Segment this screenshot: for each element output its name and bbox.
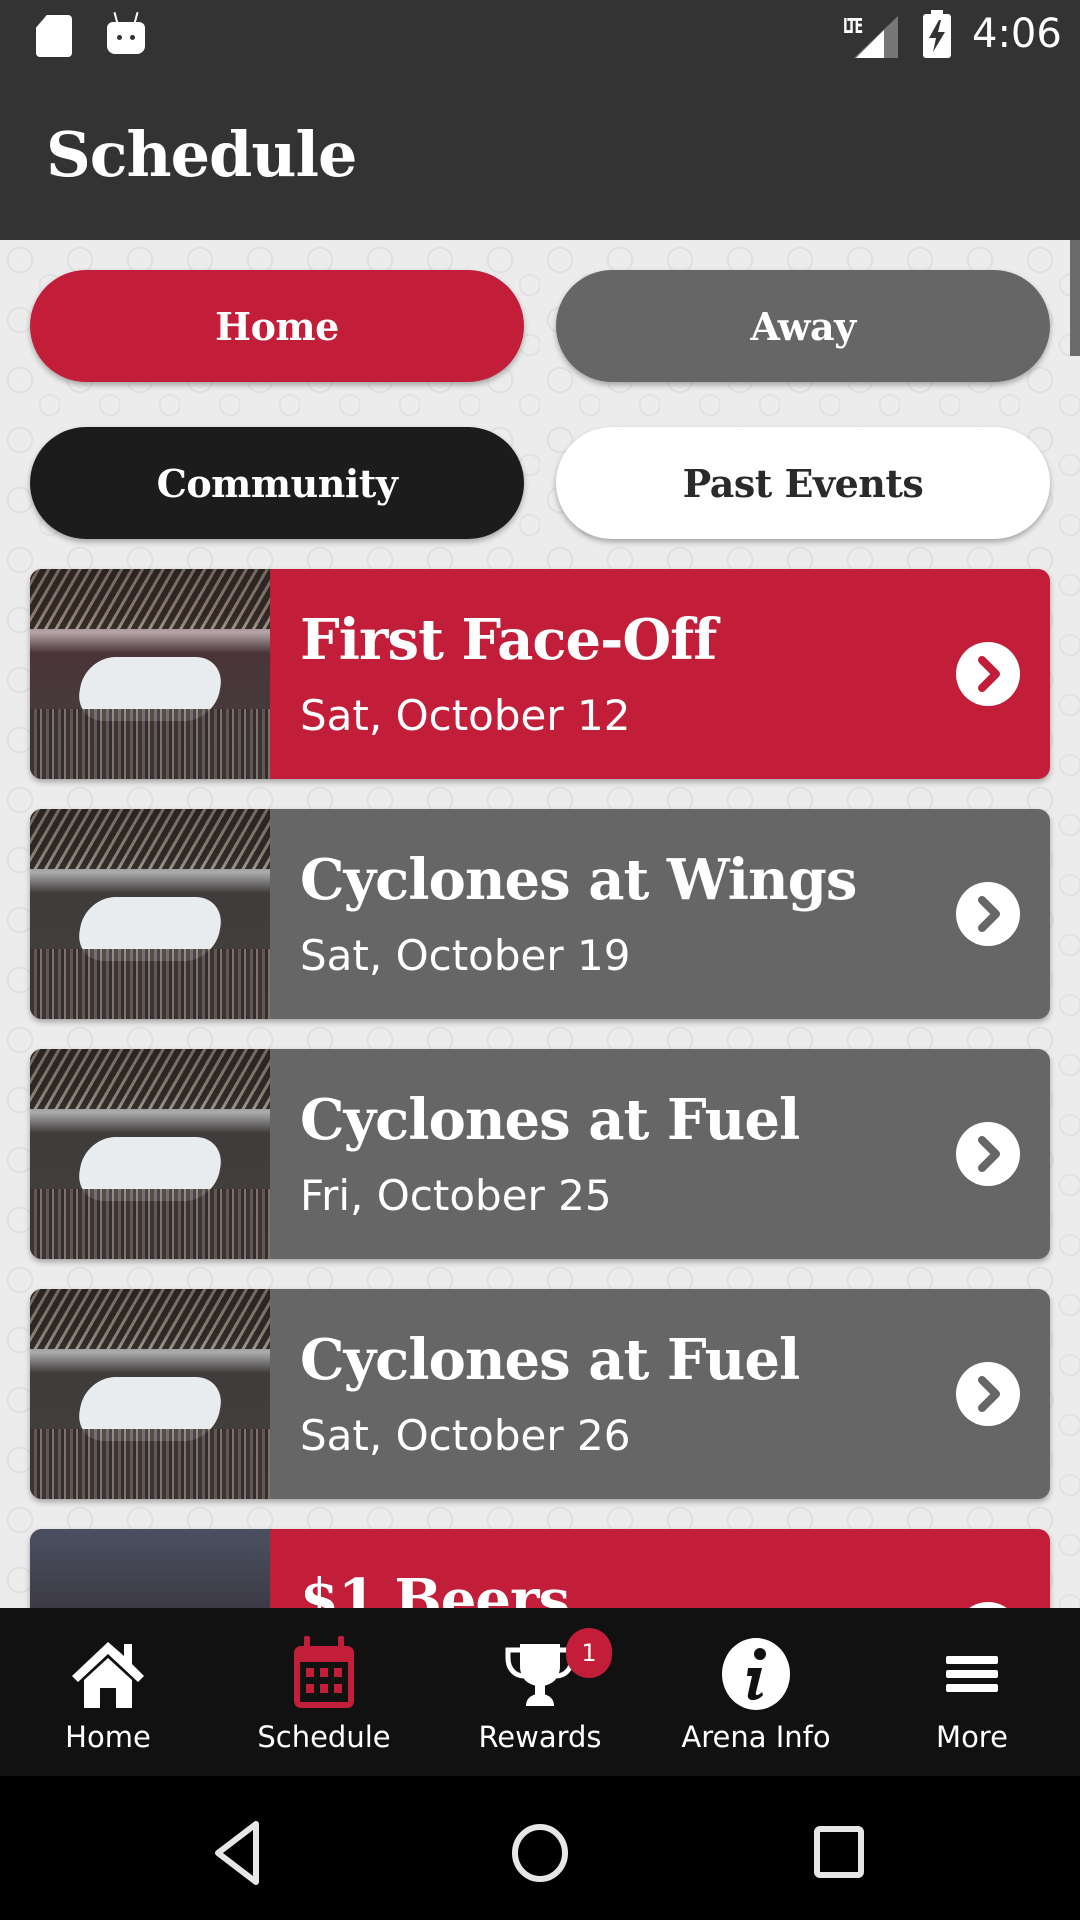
filter-home-button[interactable]: Home (30, 270, 524, 382)
event-title: Cyclones at Fuel (300, 1327, 800, 1393)
calendar-icon (294, 1636, 354, 1708)
chevron-right-icon[interactable] (956, 1122, 1020, 1186)
app-bar: Schedule (0, 72, 1080, 240)
crowd (30, 1429, 270, 1499)
status-bar: LTE 4:06 (0, 0, 1080, 72)
menu-icon (946, 1656, 998, 1692)
filter-community-button[interactable]: Community (30, 427, 524, 539)
event-date: Fri, October 25 (300, 1171, 612, 1220)
chevron-right-icon[interactable] (956, 1362, 1020, 1426)
rafters (30, 809, 270, 869)
event-title: Cyclones at Wings (300, 847, 857, 913)
home-icon (72, 1642, 144, 1708)
event-body: Cyclones at Fuel Sat, October 26 (270, 1289, 1050, 1499)
event-date: Sat, October 12 (300, 691, 631, 740)
fans-photo (30, 1529, 270, 1608)
event-date: Sat, October 19 (300, 931, 631, 980)
signal-icon (854, 16, 898, 58)
rewards-badge: 1 (566, 1628, 612, 1678)
nav-label: Rewards (478, 1720, 602, 1754)
rafters (30, 1049, 270, 1109)
android-eye (117, 35, 122, 40)
rafters (30, 569, 270, 629)
nav-label: More (936, 1720, 1008, 1754)
page-title: Schedule (46, 118, 357, 191)
event-body: First Face-Off Sat, October 12 (270, 569, 1050, 779)
event-card[interactable]: $1 Beers (30, 1529, 1050, 1608)
chevron-right-icon[interactable] (956, 642, 1020, 706)
arena-photo (30, 569, 270, 779)
chevron-right-icon[interactable] (956, 882, 1020, 946)
crowd (30, 709, 270, 779)
arena-photo (30, 1049, 270, 1259)
battery-charging-icon (923, 10, 951, 58)
back-icon[interactable] (200, 1812, 280, 1892)
android-eye (130, 35, 135, 40)
event-card[interactable]: Cyclones at Fuel Sat, October 26 (30, 1289, 1050, 1499)
rafters (30, 1289, 270, 1349)
nav-label: Schedule (257, 1720, 391, 1754)
recents-icon[interactable] (800, 1812, 880, 1892)
nav-item-arena-info[interactable]: Arena Info (648, 1608, 864, 1776)
nav-label: Arena Info (681, 1720, 831, 1754)
event-card[interactable]: Cyclones at Wings Sat, October 19 (30, 809, 1050, 1019)
event-date: Sat, October 26 (300, 1411, 631, 1460)
nav-item-rewards[interactable]: Rewards (432, 1608, 648, 1776)
event-title: First Face-Off (300, 607, 717, 673)
event-title: Cyclones at Fuel (300, 1087, 800, 1153)
nav-item-schedule[interactable]: Schedule (216, 1608, 432, 1776)
crowd (30, 1189, 270, 1259)
schedule-content[interactable]: Home Away Community Past Events First Fa… (0, 240, 1080, 1608)
event-body: Cyclones at Fuel Fri, October 25 (270, 1049, 1050, 1259)
event-card[interactable]: First Face-Off Sat, October 12 (30, 569, 1050, 779)
bottom-nav: Home Schedule Rewards 1 Arena Info More (0, 1608, 1080, 1776)
filter-past-events-button[interactable]: Past Events (556, 427, 1050, 539)
clock: 4:06 (972, 11, 1062, 57)
home-circle-icon[interactable] (500, 1812, 580, 1892)
crowd (30, 949, 270, 1019)
event-body: $1 Beers (270, 1529, 1050, 1608)
filter-away-button[interactable]: Away (556, 270, 1050, 382)
arena-photo (30, 809, 270, 1019)
scrollbar[interactable] (1070, 240, 1080, 356)
event-title: $1 Beers (300, 1567, 570, 1608)
nav-label: Home (65, 1720, 151, 1754)
android-debug-icon (107, 22, 145, 54)
info-icon (722, 1638, 790, 1710)
nav-item-home[interactable]: Home (0, 1608, 216, 1776)
event-card[interactable]: Cyclones at Fuel Fri, October 25 (30, 1049, 1050, 1259)
arena-photo (30, 1289, 270, 1499)
nav-item-more[interactable]: More (864, 1608, 1080, 1776)
system-nav-bar (0, 1776, 1080, 1920)
event-body: Cyclones at Wings Sat, October 19 (270, 809, 1050, 1019)
sd-card-icon (36, 15, 72, 57)
